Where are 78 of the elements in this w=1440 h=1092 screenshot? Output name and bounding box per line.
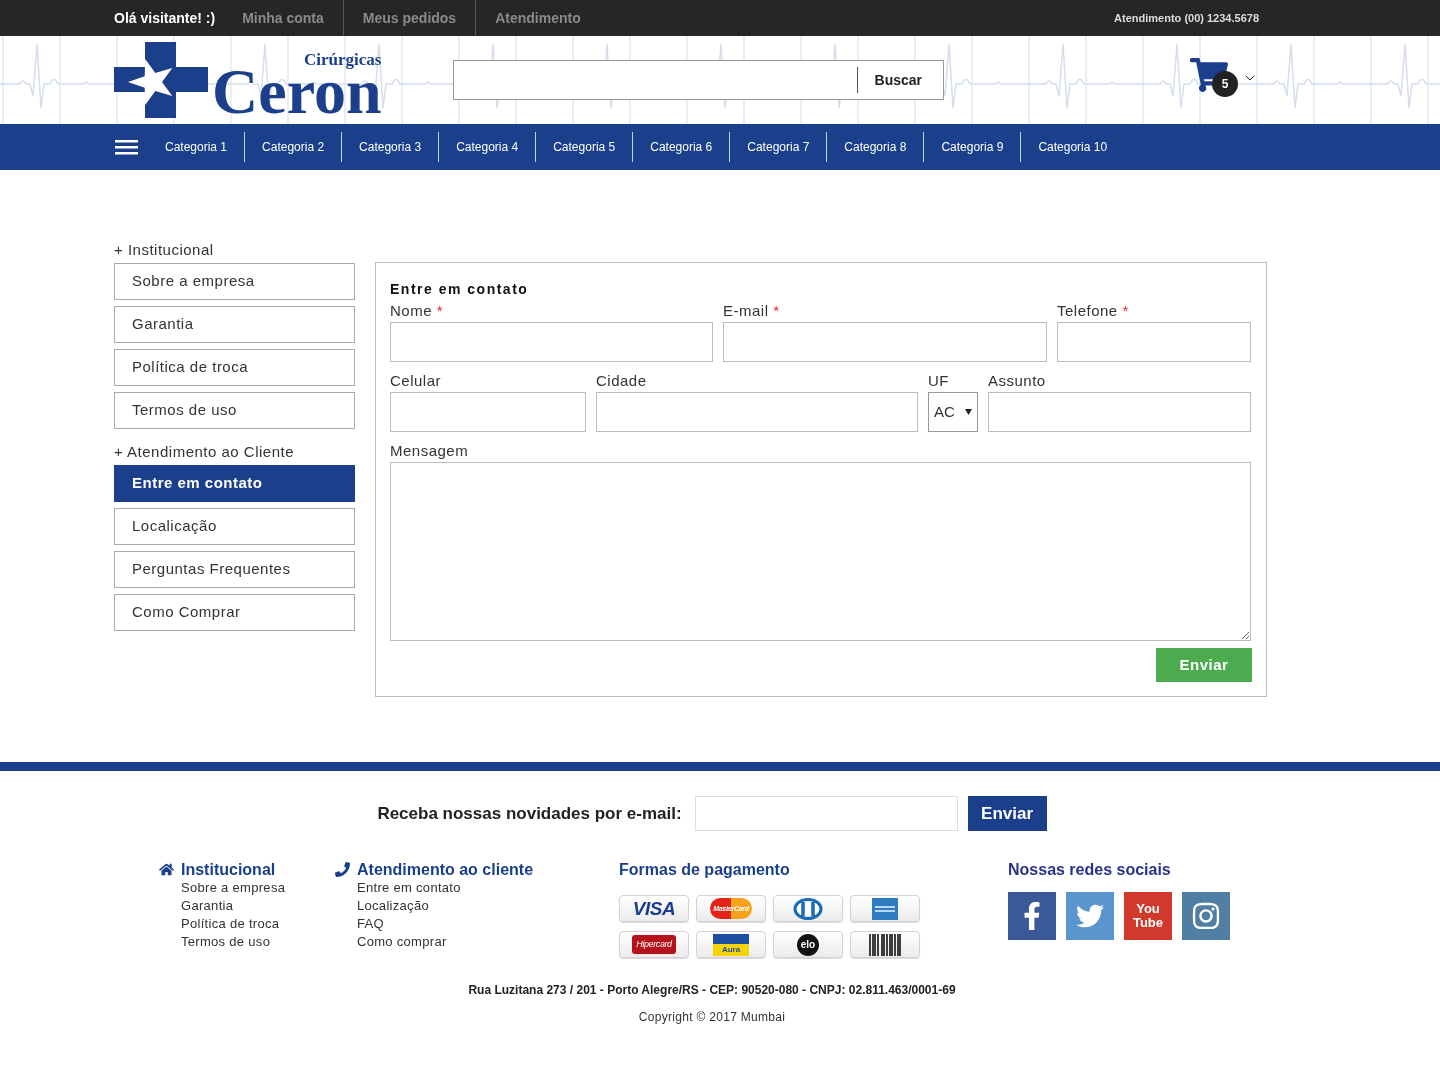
footer-link[interactable]: Como comprar [357, 933, 447, 951]
newsletter-label: Receba nossas novidades por e-mail: [377, 802, 682, 825]
category-link[interactable]: Categoria 8 [826, 132, 924, 162]
sidebar-item[interactable]: Entre em contato [114, 465, 355, 502]
category-link[interactable]: Categoria 2 [244, 132, 342, 162]
cross-star-icon [114, 42, 208, 118]
field-label: Telefone * [1057, 302, 1129, 320]
greeting-text: Olá visitante! :) [114, 8, 216, 28]
category-link[interactable]: Categoria 4 [438, 132, 536, 162]
category-link[interactable]: Categoria 9 [923, 132, 1021, 162]
sidebar-heading: + Institucional [114, 241, 214, 259]
form-title: Entre em contato [390, 280, 529, 298]
input-field[interactable] [723, 322, 1047, 362]
text-area-field[interactable] [390, 462, 1251, 641]
footer-heading: Formas de pagamento [619, 860, 790, 879]
aura-logo: Aura [696, 931, 766, 958]
footer-link[interactable]: Localização [357, 897, 429, 915]
field-label: Celular [390, 372, 442, 390]
category-link[interactable]: Categoria 1 [148, 132, 245, 162]
footer-link[interactable]: Sobre a empresa [181, 879, 286, 897]
top-bar-link[interactable]: Minha conta [223, 0, 343, 36]
instagram-link[interactable] [1182, 892, 1230, 940]
caret-icon [965, 409, 972, 415]
sidebar-item[interactable]: Perguntas Frequentes [114, 551, 355, 588]
address-text: Rua Luzitana 273 / 201 - Porto Alegre/RS - CEP: 90520-080 - CNPJ: 02.811.463/0001-69 [468, 982, 956, 998]
input-field[interactable] [1057, 322, 1251, 362]
twitter-icon [1076, 902, 1104, 930]
phone-text: Atendimento (00) 1234.5678 [1114, 10, 1259, 26]
sidebar-item[interactable]: Política de troca [114, 349, 355, 386]
elo-logo: elo [773, 931, 843, 958]
sidebar-item[interactable]: Termos de uso [114, 392, 355, 429]
facebook-link[interactable] [1008, 892, 1056, 940]
cart-button[interactable]: 5 [1190, 56, 1258, 98]
menu-icon[interactable] [115, 139, 138, 155]
footer-link[interactable]: Garantia [181, 897, 234, 915]
logo-subtitle: Cirúrgicas [304, 51, 382, 68]
email-field[interactable] [694, 796, 958, 831]
subscribe-button[interactable]: Enviar [967, 796, 1047, 831]
footer-link[interactable]: Entre em contato [357, 879, 461, 897]
sidebar-heading: + Atendimento ao Cliente [114, 443, 295, 461]
field-label: Cidade [596, 372, 647, 390]
footer-heading: Atendimento ao cliente [357, 860, 534, 879]
hipercard-logo: Hipercard [619, 931, 689, 958]
footer-link[interactable]: Termos de uso [181, 933, 271, 951]
footer-heading: Nossas redes sociais [1008, 860, 1171, 879]
field-label: UF [928, 372, 949, 390]
input-field[interactable] [390, 392, 586, 432]
youtube-link[interactable]: You Tube [1124, 892, 1172, 940]
copyright-text: Copyright © 2017 Mumbai [638, 1009, 786, 1025]
sidebar-item[interactable]: Localicação [114, 508, 355, 545]
field-label: Assunto [988, 372, 1046, 390]
field-label: E-mail * [723, 302, 780, 320]
input-field[interactable] [988, 392, 1251, 432]
sidebar-item[interactable]: Garantia [114, 306, 355, 343]
category-link[interactable]: Categoria 6 [632, 132, 730, 162]
footer-link[interactable]: Política de troca [181, 915, 280, 933]
input-field[interactable] [390, 322, 713, 362]
home-icon [159, 862, 174, 877]
search-button[interactable]: Buscar [857, 61, 943, 99]
category-link[interactable]: Categoria 7 [729, 132, 827, 162]
footer-link[interactable]: FAQ [357, 915, 384, 933]
split-circle-icon [793, 897, 823, 920]
category-link[interactable]: Categoria 5 [535, 132, 633, 162]
select-field[interactable]: AC [928, 392, 978, 432]
barcode-icon [869, 933, 901, 956]
square-logo-icon [872, 897, 898, 920]
sidebar-item[interactable]: Como Comprar [114, 594, 355, 631]
category-link[interactable]: Categoria 3 [341, 132, 439, 162]
field-label: Mensagem [390, 442, 469, 460]
phone-icon [335, 862, 350, 877]
sidebar-item[interactable]: Sobre a empresa [114, 263, 355, 300]
footer-heading: Institucional [181, 860, 276, 879]
twitter-link[interactable] [1066, 892, 1114, 940]
field-label: Nome * [390, 302, 444, 320]
instagram-icon [1191, 901, 1221, 931]
category-link[interactable]: Categoria 10 [1020, 132, 1125, 162]
input-field[interactable] [596, 392, 918, 432]
visa-logo: VISA [619, 895, 689, 922]
